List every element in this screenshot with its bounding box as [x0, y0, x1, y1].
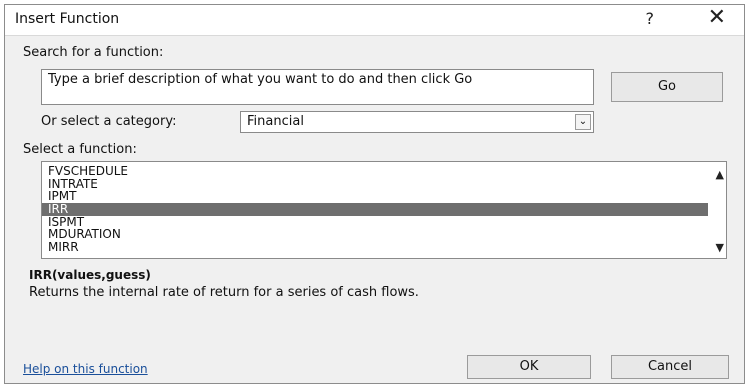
title-bar: Insert Function ? ✕	[5, 5, 744, 36]
chevron-down-icon[interactable]: ▼	[716, 241, 724, 254]
function-syntax: IRR(values,guess)	[29, 268, 151, 282]
function-list-item[interactable]: IRR	[42, 203, 708, 216]
function-list-item[interactable]: MDURATION	[42, 228, 708, 241]
function-list-item[interactable]: FVSCHEDULE	[42, 165, 708, 178]
function-description: Returns the internal rate of return for …	[29, 285, 419, 300]
go-button[interactable]: Go	[611, 72, 723, 102]
dialog-title: Insert Function	[15, 11, 120, 27]
help-button[interactable]: ?	[646, 9, 655, 28]
search-label: Search for a function:	[23, 45, 164, 60]
function-list-item[interactable]: INTRATE	[42, 177, 708, 191]
function-list-item[interactable]: MIRR	[42, 241, 708, 254]
function-list-item[interactable]: ISPMT	[42, 216, 708, 229]
function-list[interactable]: FVSCHEDULE INTRATE IPMT IRR ISPMT MDURATION MI…	[41, 161, 727, 259]
help-on-function-link[interactable]: Help on this function	[23, 362, 148, 376]
category-selected-value: Financial	[247, 114, 304, 129]
chevron-down-icon[interactable]: ⌄	[575, 114, 591, 130]
category-label: Or select a category:	[41, 114, 177, 129]
chevron-up-icon[interactable]: ▲	[716, 168, 724, 181]
insert-function-dialog: Insert Function ? ✕ Search for a functio…	[4, 4, 745, 384]
close-button[interactable]: ✕	[708, 5, 726, 30]
category-select[interactable]: Financial ⌄	[240, 111, 594, 133]
cancel-button[interactable]: Cancel	[611, 355, 729, 379]
function-list-item[interactable]: IPMT	[42, 190, 708, 203]
function-list-items: FVSCHEDULE INTRATE IPMT IRR ISPMT MDURATION MI…	[42, 165, 708, 254]
ok-button[interactable]: OK	[467, 355, 591, 379]
search-input[interactable]: Type a brief description of what you wan…	[41, 69, 594, 105]
function-list-label: Select a function:	[23, 142, 137, 157]
